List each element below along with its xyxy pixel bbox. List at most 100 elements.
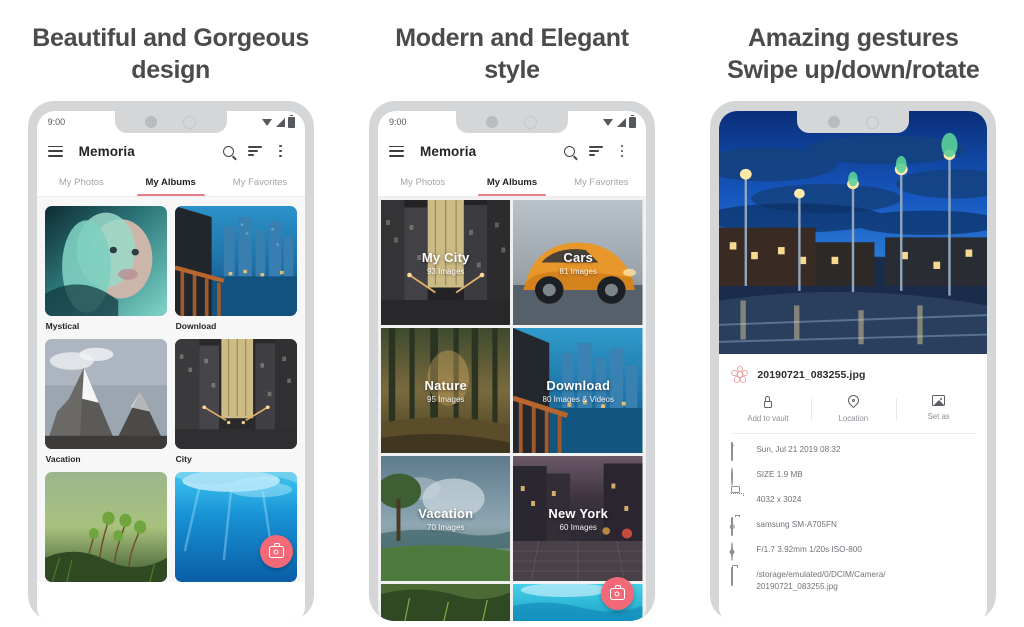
flower-icon [731,366,749,383]
album-tile[interactable] [380,584,511,621]
album-label: Mystical [45,321,80,331]
speaker-dot-icon [827,116,840,128]
promo-panel-3: Amazing gestures Swipe up/down/rotate 20… [683,0,1024,627]
phone-2-tabs: My Photos My Albums My Favorites [377,169,646,196]
hamburger-icon[interactable] [47,145,63,157]
photo-detail-panel: 20190721_083255.jpg Add to vault Locatio… [719,354,988,621]
tile-partial-green-image [380,584,511,621]
battery-icon [287,114,295,128]
album-card[interactable]: City [174,339,297,464]
thumb-vacation-image [44,339,167,449]
album-thumbnail [174,206,297,316]
camera-fab-button[interactable] [259,535,293,568]
action-label: Location [838,414,869,423]
phone-1-status-bar: 9:00 [37,111,305,133]
album-tile[interactable]: My City 93 Images [380,200,511,325]
sort-icon [588,146,603,156]
size-circle-icon [731,467,745,486]
photo-viewer[interactable] [719,111,988,354]
album-card[interactable]: Vacation [44,339,167,464]
tab-my-albums[interactable]: My Albums [126,169,215,196]
album-grid: My City 93 Images Cars 81 Images Nature … [377,197,646,621]
status-indicators [261,114,295,128]
album-thumbnail [174,339,297,449]
action-label: Set as [927,412,950,421]
search-button[interactable] [216,138,242,164]
phone-3-notch [797,111,910,133]
app-title: Memoria [78,143,135,159]
more-vertical-icon [279,144,282,158]
photo-metadata-list: Sun, Jul 21 2019 08:32 SIZE 1.9 MB 4032 … [719,434,987,593]
camera-fab-button[interactable] [600,577,634,610]
panel-3-heading-line1: Amazing gestures [748,24,959,52]
panel-1-heading-line2: design [131,56,211,84]
wifi-icon [602,118,614,126]
phone-3-screen: 20190721_083255.jpg Add to vault Locatio… [719,111,988,621]
camera-icon [609,585,625,600]
status-indicators [602,114,636,128]
camera-icon [731,517,745,536]
metadata-row: Sun, Jul 21 2019 08:32 [731,442,975,461]
album-tile[interactable]: Vacation 70 Images [380,456,511,581]
album-count: 80 Images & Videos [542,394,614,404]
tab-my-albums[interactable]: My Albums [467,169,556,196]
thumb-download-image [174,206,297,316]
search-button[interactable] [557,138,583,164]
action-label: Add to vault [747,414,789,423]
phone-2-screen: 9:00 Memoria My Photos My Albums My Favo… [377,111,646,621]
thumb-mystical-image [44,206,167,316]
metadata-row: SIZE 1.9 MB [731,467,975,486]
tab-my-favorites[interactable]: My Favorites [557,169,646,196]
add-to-vault-button[interactable]: Add to vault [725,395,810,423]
album-tile[interactable]: Nature 95 Images [380,328,511,453]
search-icon [564,145,576,157]
tab-my-favorites[interactable]: My Favorites [215,169,304,196]
tab-my-photos[interactable]: My Photos [37,169,126,196]
promo-panel-2: Modern and Elegant style 9:00 Memoria My… [341,0,682,627]
tab-my-photos[interactable]: My Photos [378,169,467,196]
album-card[interactable]: Mystical [44,206,167,331]
tile-overlay: My City 93 Images [381,200,511,325]
tile-overlay: New York 60 Images [513,456,643,581]
album-count: 93 Images [427,266,465,276]
set-as-button[interactable]: Set as [895,395,981,423]
phone-1-album-list[interactable]: Mystical Download Vacation City [36,197,305,582]
metadata-value: /storage/emulated/0/DCIM/Camera/ 2019072… [756,570,886,591]
more-button[interactable] [609,138,635,164]
panel-1-heading-line1: Beautiful and Gorgeous [32,24,310,52]
album-thumbnail [44,339,167,449]
album-grid: Mystical Download Vacation City [37,197,305,582]
photo-actions: Add to vault Location Set as [719,391,987,433]
album-tile[interactable]: Download 80 Images & Videos [513,328,643,453]
album-title: Cars [563,249,594,265]
album-title: Download [546,377,611,393]
panel-2-heading-line2: style [484,56,540,84]
tile-overlay: Vacation 70 Images [381,456,511,581]
night-city-photo [719,111,988,354]
sort-button[interactable] [583,138,609,164]
album-tile[interactable]: Cars 81 Images [513,200,643,325]
phone-1-screen: 9:00 Memoria My Photos My Albums My Favo… [36,111,305,621]
album-card[interactable] [44,472,167,582]
battery-icon [628,114,636,128]
album-count: 60 Images [559,522,597,532]
sort-button[interactable] [242,138,268,164]
promo-screenshot-stage: Beautiful and Gorgeous design 9:00 Memor… [0,0,1024,627]
phone-2-album-list[interactable]: My City 93 Images Cars 81 Images Nature … [377,197,646,621]
front-camera-icon [865,115,879,129]
hamburger-icon[interactable] [388,145,404,157]
phone-2-status-bar: 9:00 [378,111,646,133]
phone-mockup-1: 9:00 Memoria My Photos My Albums My Favo… [27,101,314,621]
image-icon [932,395,946,406]
location-button[interactable]: Location [810,395,896,423]
file-name: 20190721_083255.jpg [757,368,866,381]
panel-2-heading: Modern and Elegant style [362,22,662,86]
metadata-value: 4032 x 3024 [756,495,802,504]
album-card[interactable]: Download [174,206,297,331]
album-count: 70 Images [427,522,465,532]
album-tile[interactable]: New York 60 Images [513,456,643,581]
album-count: 95 Images [427,394,465,404]
phone-1-tabs: My Photos My Albums My Favorites [36,169,305,196]
camera-icon [268,543,284,558]
more-button[interactable] [268,138,294,164]
